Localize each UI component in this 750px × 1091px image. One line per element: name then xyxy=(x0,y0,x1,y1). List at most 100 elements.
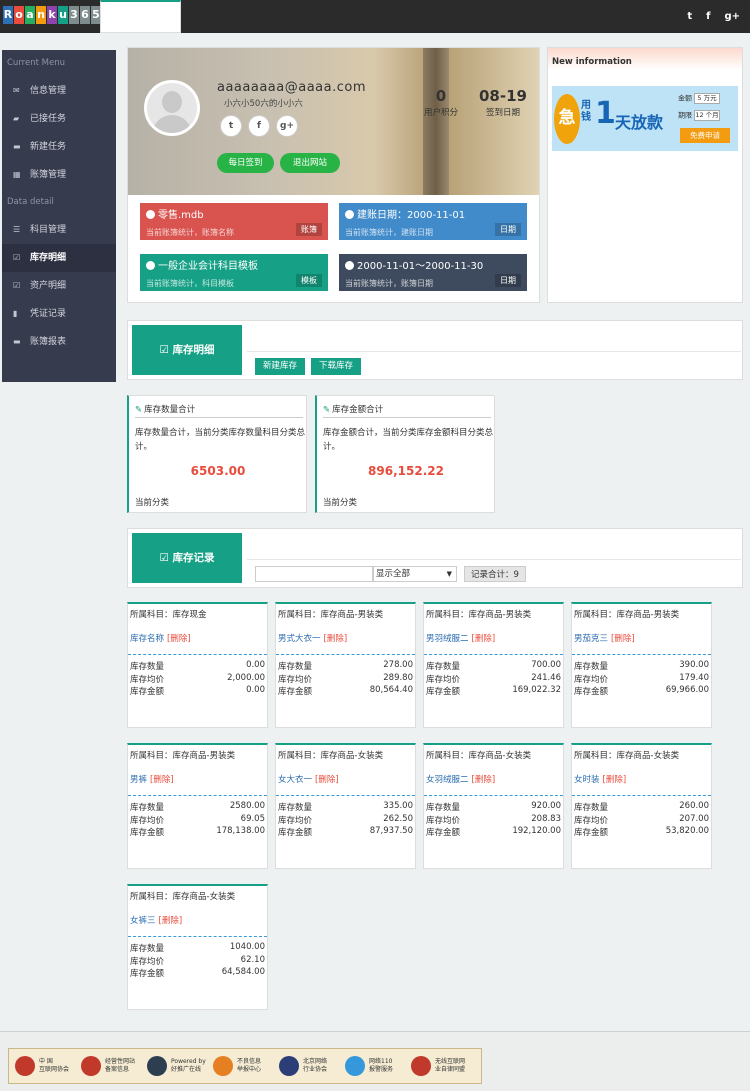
new-inventory-button[interactable]: 新建库存 xyxy=(255,358,305,375)
facebook-icon[interactable]: f xyxy=(706,11,710,22)
item-delete-link[interactable]: [删除] xyxy=(324,634,348,644)
stat-points-label: 用户积分 xyxy=(423,108,458,118)
item-name-link[interactable]: 男茄克三 xyxy=(574,634,608,644)
google-plus-icon[interactable]: g+ xyxy=(724,11,740,22)
stat-tile-0[interactable]: 零售.mdb 当前账簿统计，账簿名称 账簿 xyxy=(140,203,328,240)
item-price-row: 库存均价 208.83 xyxy=(426,814,561,826)
site-logo[interactable]: Roanku365 xyxy=(3,6,101,27)
stat-tile-3[interactable]: 2000-11-01～2000-11-30 当前账簿统计，账簿日期 日期 xyxy=(339,254,527,291)
nav-item-3[interactable]: 任务查询 xyxy=(100,0,181,33)
sidebar-item-label: 账簿报表 xyxy=(30,337,67,347)
sidebar-item-items1-0[interactable]: ✉ 信息管理 xyxy=(2,77,116,105)
item-name-row: 女大衣一 [删除] xyxy=(278,773,339,785)
sidebar-item-items2-2[interactable]: ☑ 资产明细 xyxy=(2,272,116,300)
stat-tile-tag: 账簿 xyxy=(296,223,322,236)
item-name-link[interactable]: 女大衣一 xyxy=(278,775,312,785)
footer-logo-4[interactable]: 北京网络 行业协会 xyxy=(279,1052,339,1080)
dashed-divider xyxy=(572,654,711,655)
item-delete-link[interactable]: [删除] xyxy=(472,775,496,785)
logout-button[interactable]: 退出网站 xyxy=(280,153,340,173)
sidebar-item-items2-4[interactable]: ▬ 账簿报表 xyxy=(2,328,116,356)
summary-card-title: ✎ 库存数量合计 xyxy=(135,403,303,418)
item-amount-label: 库存金额 xyxy=(130,969,165,979)
pencil-icon: ✎ xyxy=(135,405,143,415)
footer-certification-logos: 中 国 互联网协会 经营性网站 备案信息 Powered by 好推广在线 不良信息 … xyxy=(8,1048,482,1084)
item-delete-link[interactable]: [删除] xyxy=(159,916,183,926)
footer-logo-1[interactable]: 经营性网站 备案信息 xyxy=(81,1052,141,1080)
item-qty-label: 库存数量 xyxy=(278,803,313,813)
records-filter-select[interactable]: 显示全部 ▼ xyxy=(373,566,457,582)
summary-card-title: ✎ 库存金额合计 xyxy=(323,403,491,418)
google-plus-icon[interactable]: g+ xyxy=(276,115,298,137)
item-name-link[interactable]: 女裤三 xyxy=(130,916,156,926)
checkin-button[interactable]: 每日签到 xyxy=(217,153,274,173)
inventory-item-card: 所属科目：库存商品-女装类 女羽绒服二 [删除] 库存数量 920.00 库存均价 208.… xyxy=(423,743,564,869)
item-name-link[interactable]: 女时装 xyxy=(574,775,600,785)
download-inventory-button[interactable]: 下载库存 xyxy=(311,358,361,375)
stat-date-value: 08-19 xyxy=(479,87,527,105)
footer-logo-text: 无线互联网 业自律同盟 xyxy=(435,1058,466,1073)
sidebar-item-items2-0[interactable]: ☰ 科目管理 xyxy=(2,216,116,244)
item-delete-link[interactable]: [删除] xyxy=(603,775,627,785)
item-category: 所属科目：库存商品-女装类 xyxy=(130,892,236,902)
ad-apply-button[interactable]: 免费申请 xyxy=(680,128,730,143)
ad-term-select[interactable]: 12 个月 xyxy=(694,110,720,121)
sidebar-item-label: 已接任务 xyxy=(30,114,67,124)
gear-icon xyxy=(146,210,155,219)
dashed-divider xyxy=(424,654,563,655)
sidebar-item-items1-2[interactable]: ▬ 新建任务 xyxy=(2,133,116,161)
footer-logo-3[interactable]: 不良信息 举报中心 xyxy=(213,1052,273,1080)
item-category: 所属科目：库存商品-男装类 xyxy=(574,610,680,620)
banner-tree-trunk xyxy=(423,48,449,195)
briefcase-icon: ▬ xyxy=(13,337,21,346)
footer-logo-0[interactable]: 中 国 互联网协会 xyxy=(15,1052,75,1080)
item-delete-link[interactable]: [删除] xyxy=(611,634,635,644)
item-qty-value: 335.00 xyxy=(383,801,413,811)
item-name-row: 男羽绒服二 [删除] xyxy=(426,632,495,644)
item-price-row: 库存均价 241.46 xyxy=(426,673,561,685)
ad-amount-select[interactable]: 5 万元 xyxy=(694,93,720,104)
records-search-input[interactable] xyxy=(255,566,373,582)
sidebar-item-label: 账簿管理 xyxy=(30,170,67,180)
stat-tile-2[interactable]: 一般企业会计科目模板 当前账簿统计，科目模板 模板 xyxy=(140,254,328,291)
sidebar-item-items2-3[interactable]: ▮ 凭证记录 xyxy=(2,300,116,328)
footer-logo-text: 北京网络 行业协会 xyxy=(303,1058,328,1073)
item-name-link[interactable]: 男裤 xyxy=(130,775,147,785)
twitter-icon[interactable]: t xyxy=(687,11,692,22)
item-delete-link[interactable]: [删除] xyxy=(315,775,339,785)
item-delete-link[interactable]: [删除] xyxy=(472,634,496,644)
item-name-link[interactable]: 女羽绒服二 xyxy=(426,775,469,785)
stat-tile-title-text: 零售.mdb xyxy=(158,210,204,221)
item-price-label: 库存均价 xyxy=(130,674,165,685)
folder-open-icon: ▰ xyxy=(13,114,20,123)
dashed-divider xyxy=(276,795,415,796)
footer-logo-2[interactable]: Powered by 好推广在线 xyxy=(147,1052,207,1080)
item-qty-label: 库存数量 xyxy=(574,662,609,672)
item-name-link[interactable]: 男羽绒服二 xyxy=(426,634,469,644)
item-name-link[interactable]: 库存名称 xyxy=(130,634,164,644)
item-amount-label: 库存金额 xyxy=(130,828,165,838)
stat-tile-1[interactable]: 建账日期：2000-11-01 当前账簿统计，建账日期 日期 xyxy=(339,203,527,240)
avatar[interactable] xyxy=(144,80,200,136)
new-information-panel: New information 急 用钱 1 天放款 金额 5 万元 期限 12 个… xyxy=(547,47,743,303)
footer-logo-5[interactable]: 网络110 报警服务 xyxy=(345,1052,405,1080)
summary-card-value: 6503.00 xyxy=(190,464,246,478)
item-name-row: 男式大衣一 [删除] xyxy=(278,632,347,644)
facebook-icon[interactable]: f xyxy=(248,115,270,137)
sidebar-item-items1-3[interactable]: ▦ 账簿管理 xyxy=(2,161,116,189)
sidebar-item-items1-1[interactable]: ▰ 已接任务 xyxy=(2,105,116,133)
internet-association-icon xyxy=(15,1056,35,1076)
loan-ad-banner[interactable]: 急 用钱 1 天放款 金额 5 万元 期限 12 个月 免费申请 xyxy=(552,86,738,151)
sidebar-section-current-menu: Current Menu xyxy=(7,58,65,68)
twitter-icon[interactable]: t xyxy=(220,115,242,137)
item-amount-value: 192,120.00 xyxy=(512,826,561,836)
item-delete-link[interactable]: [删除] xyxy=(167,634,191,644)
item-amount-value: 169,022.32 xyxy=(512,685,561,695)
item-name-link[interactable]: 男式大衣一 xyxy=(278,634,321,644)
ad-ji: 急 xyxy=(554,94,580,144)
item-qty-row: 库存数量 920.00 xyxy=(426,801,561,813)
footer-logo-6[interactable]: 无线互联网 业自律同盟 xyxy=(411,1052,471,1080)
pencil-icon: ✎ xyxy=(323,405,331,415)
item-delete-link[interactable]: [删除] xyxy=(150,775,174,785)
sidebar-item-items2-1[interactable]: ☑ 库存明细 xyxy=(2,244,116,272)
